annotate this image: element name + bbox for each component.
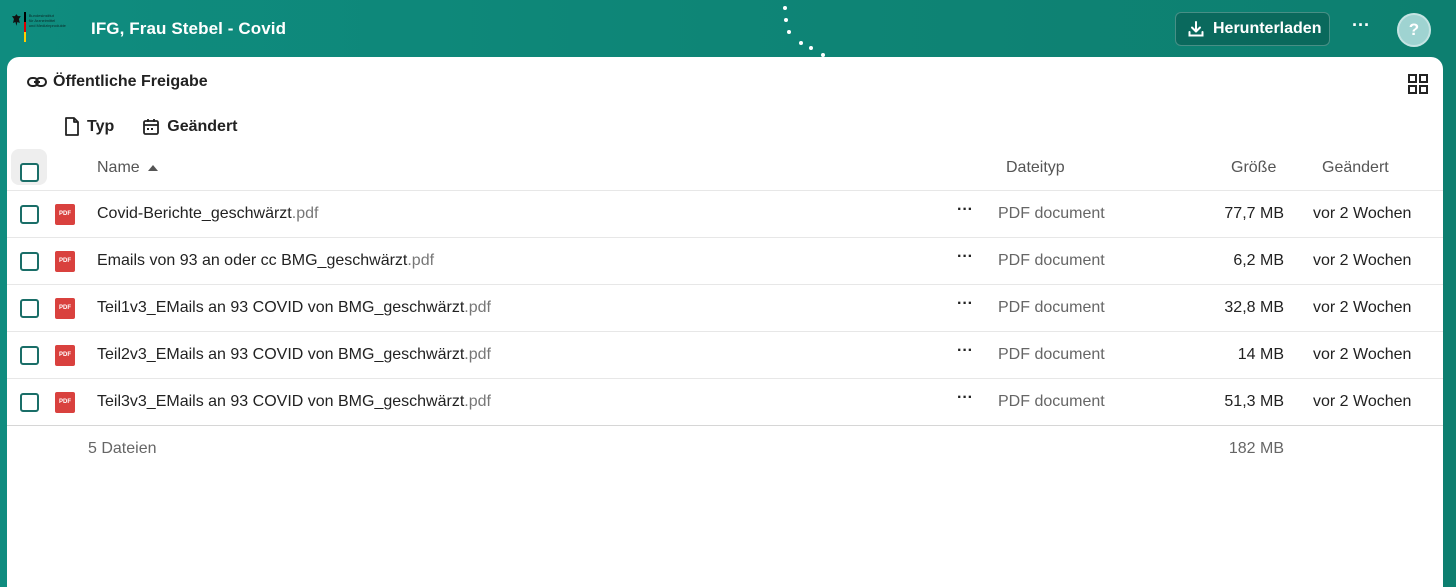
file-size: 32,8 MB	[1224, 299, 1284, 316]
file-type: PDF document	[998, 393, 1105, 410]
file-modified: vor 2 Wochen	[1313, 346, 1412, 363]
table-row[interactable]: PDF Teil2v3_EMails an 93 COVID von BMG_g…	[7, 332, 1443, 379]
table-row[interactable]: PDF Emails von 93 an oder cc BMG_geschwä…	[7, 238, 1443, 285]
logo-text: Bundesinstitut für Arzneimittel und Medi…	[28, 13, 66, 28]
row-more-button[interactable]: ···	[955, 389, 975, 413]
table-header-row: Name Dateityp Größe Geändert	[7, 145, 1443, 191]
filter-bar: Typ Geändert	[64, 117, 238, 136]
select-all-checkbox[interactable]	[20, 163, 39, 182]
more-actions-button[interactable]: ···	[1348, 16, 1374, 40]
filter-type-button[interactable]: Typ	[64, 117, 114, 136]
file-type: PDF document	[998, 205, 1105, 222]
pdf-icon: PDF	[55, 251, 75, 272]
row-checkbox[interactable]	[20, 346, 39, 365]
bfarm-logo: Bundesinstitut für Arzneimittel und Medi…	[12, 12, 66, 46]
row-checkbox[interactable]	[20, 205, 39, 224]
files-table: Name Dateityp Größe Geändert PDF Covid-B…	[7, 145, 1443, 426]
sort-ascending-icon	[147, 165, 158, 171]
help-icon: ?	[1408, 20, 1420, 39]
filter-modified-button[interactable]: Geändert	[142, 117, 238, 136]
row-checkbox[interactable]	[20, 299, 39, 318]
file-size: 6,2 MB	[1233, 252, 1284, 269]
calendar-icon	[143, 118, 160, 135]
row-more-button[interactable]: ···	[955, 201, 975, 225]
link-icon	[27, 77, 47, 87]
file-type: PDF document	[998, 346, 1105, 363]
row-more-button[interactable]: ···	[955, 248, 975, 272]
file-modified: vor 2 Wochen	[1313, 205, 1412, 222]
row-more-button[interactable]: ···	[955, 342, 975, 366]
pdf-icon: PDF	[55, 345, 75, 366]
file-type: PDF document	[998, 252, 1105, 269]
file-modified: vor 2 Wochen	[1313, 252, 1412, 269]
file-name[interactable]: Teil3v3_EMails an 93 COVID von BMG_gesch…	[97, 393, 491, 411]
share-title-header: IFG, Frau Stebel - Covid	[91, 19, 287, 38]
files-summary: 5 Dateien 182 MB	[7, 428, 1443, 470]
help-button[interactable]: ?	[1397, 13, 1431, 47]
decorative-dots	[783, 6, 825, 57]
row-checkbox[interactable]	[20, 252, 39, 271]
table-row[interactable]: PDF Covid-Berichte_geschwärzt.pdf ··· PD…	[7, 191, 1443, 238]
column-header-name[interactable]: Name	[97, 159, 160, 177]
download-label: Herunterladen	[1213, 20, 1322, 37]
row-more-button[interactable]: ···	[955, 295, 975, 319]
public-share-heading: Öffentliche Freigabe	[27, 73, 208, 91]
file-size: 51,3 MB	[1224, 393, 1284, 410]
file-modified: vor 2 Wochen	[1313, 299, 1412, 316]
table-row[interactable]: PDF Teil1v3_EMails an 93 COVID von BMG_g…	[7, 285, 1443, 332]
row-checkbox[interactable]	[20, 393, 39, 412]
grid-view-icon[interactable]	[1407, 73, 1429, 95]
pdf-icon: PDF	[55, 392, 75, 413]
column-header-size[interactable]: Größe	[1231, 159, 1276, 177]
download-button[interactable]: Herunterladen	[1175, 12, 1330, 46]
file-name[interactable]: Emails von 93 an oder cc BMG_geschwärzt.…	[97, 252, 434, 270]
file-name[interactable]: Teil2v3_EMails an 93 COVID von BMG_gesch…	[97, 346, 491, 364]
column-name-label: Name	[97, 159, 140, 176]
table-row[interactable]: PDF Teil3v3_EMails an 93 COVID von BMG_g…	[7, 379, 1443, 426]
select-all-wrap	[11, 149, 47, 185]
file-modified: vor 2 Wochen	[1313, 393, 1412, 410]
filter-modified-label: Geändert	[167, 117, 238, 135]
file-name[interactable]: Teil1v3_EMails an 93 COVID von BMG_gesch…	[97, 299, 491, 317]
file-type: PDF document	[998, 299, 1105, 316]
app-header: Bundesinstitut für Arzneimittel und Medi…	[0, 0, 1456, 58]
total-size: 182 MB	[1228, 440, 1284, 457]
flag-bar	[23, 12, 26, 42]
pdf-icon: PDF	[55, 298, 75, 319]
download-icon	[1188, 21, 1204, 37]
column-header-modified[interactable]: Geändert	[1322, 159, 1389, 177]
pdf-icon: PDF	[55, 204, 75, 225]
file-name[interactable]: Covid-Berichte_geschwärzt.pdf	[97, 205, 318, 223]
column-header-type[interactable]: Dateityp	[1006, 159, 1065, 177]
eagle-icon	[12, 14, 21, 26]
file-icon	[65, 117, 79, 136]
file-panel: Öffentliche Freigabe Typ Geändert Name D…	[7, 57, 1443, 587]
file-size: 77,7 MB	[1224, 205, 1284, 222]
file-size: 14 MB	[1237, 346, 1284, 363]
public-share-label: Öffentliche Freigabe	[53, 73, 208, 90]
file-count: 5 Dateien	[88, 440, 157, 457]
filter-type-label: Typ	[87, 117, 115, 135]
